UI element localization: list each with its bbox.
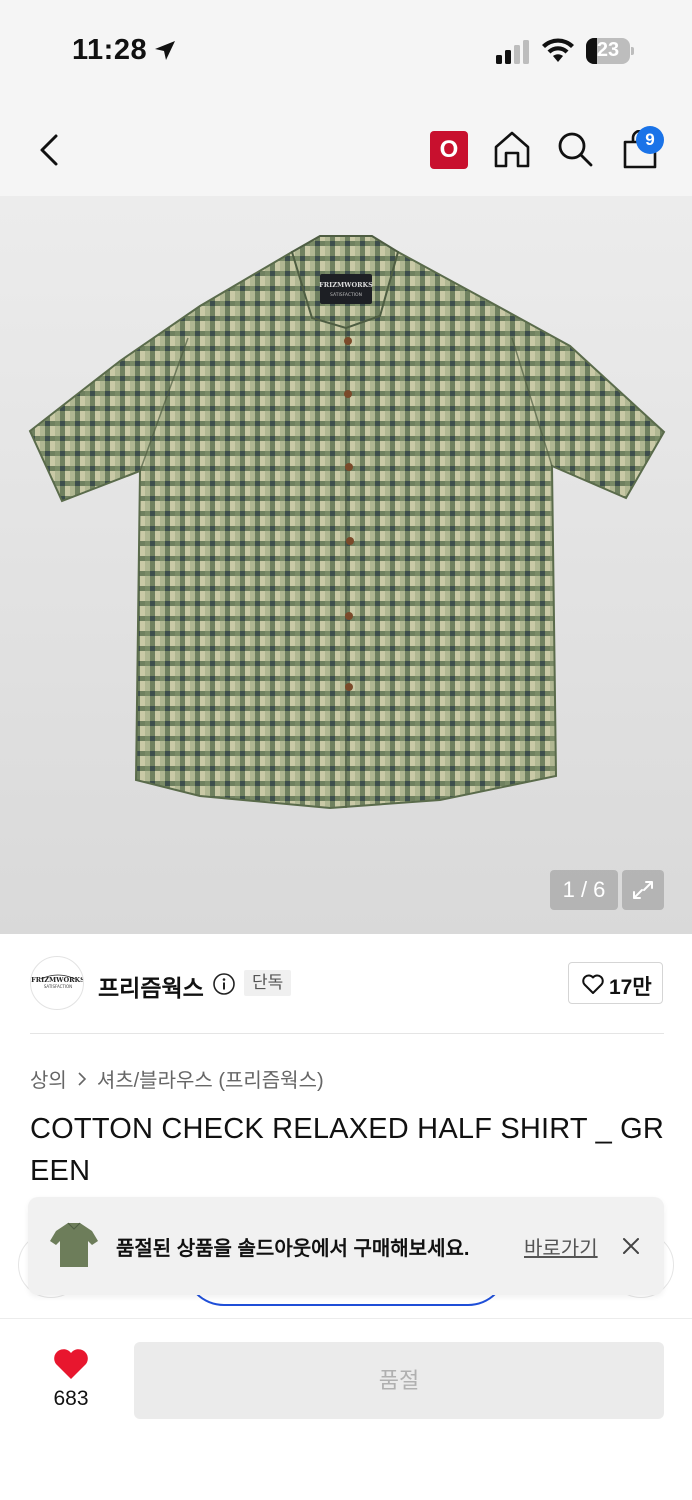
- exclusive-badge: 단독: [244, 970, 292, 996]
- o-logo-button[interactable]: O: [430, 131, 468, 169]
- toast-go-link[interactable]: 바로가기: [524, 1232, 598, 1261]
- wishlist-count: 683: [53, 1387, 89, 1410]
- brand-name[interactable]: 프리즘웍스: [98, 969, 204, 1003]
- image-page-indicator: 1 / 6: [550, 870, 618, 910]
- product-title: COTTON CHECK RELAXED HALF SHIRT _ GREEN: [30, 1113, 665, 1187]
- cart-count-badge: 9: [636, 126, 664, 154]
- brand-logo-text: FRIZMWORKS: [31, 976, 84, 984]
- toast-message: 품절된 상품을 솔드아웃에서 구매해보세요.: [116, 1238, 470, 1260]
- close-icon[interactable]: [620, 1235, 642, 1257]
- soldout-button[interactable]: 품절: [134, 1342, 664, 1419]
- home-icon[interactable]: [492, 129, 532, 169]
- cellular-signal-icon: [496, 40, 529, 64]
- heart-filled-icon[interactable]: [52, 1347, 90, 1381]
- search-icon[interactable]: [556, 130, 594, 168]
- soldout-toast: 품절된 상품을 솔드아웃에서 구매해보세요. 바로가기: [28, 1197, 664, 1295]
- brand-like-count: 17만: [609, 976, 652, 999]
- product-image: FRIZMWORKS SATISFACTION: [28, 235, 666, 810]
- location-arrow-icon: [155, 41, 175, 60]
- chevron-right-icon: [78, 1071, 86, 1086]
- back-chevron-icon[interactable]: [30, 130, 70, 170]
- heart-outline-icon: [582, 974, 604, 994]
- svg-text:SATISFACTION: SATISFACTION: [330, 292, 362, 298]
- breadcrumb: 상의 셔츠/블라우스 (프리즘웍스): [30, 1064, 324, 1093]
- battery-level: 23: [596, 39, 620, 61]
- divider: [30, 1033, 664, 1034]
- svg-text:SATISFACTION: SATISFACTION: [44, 984, 72, 989]
- bottom-action-bar: 683 품절: [0, 1318, 692, 1500]
- brand-like-button[interactable]: 17만: [568, 962, 663, 1004]
- info-icon[interactable]: [212, 972, 236, 996]
- status-time: 11:28: [72, 34, 148, 66]
- brand-logo[interactable]: FRIZMWORKS SATISFACTION: [30, 956, 84, 1010]
- product-image-carousel[interactable]: FRIZMWORKS SATISFACTION 1 / 6: [0, 196, 692, 934]
- status-bar: 11:28 23: [0, 0, 692, 100]
- breadcrumb-category[interactable]: 상의: [30, 1064, 67, 1093]
- toast-product-thumbnail: [46, 1217, 102, 1273]
- battery-indicator: 23: [586, 38, 634, 64]
- breadcrumb-subcategory[interactable]: 셔츠/블라우스 (프리즘웍스): [97, 1064, 324, 1093]
- top-nav-bar: O: [0, 100, 692, 196]
- expand-icon[interactable]: [622, 870, 664, 910]
- brand-row: FRIZMWORKS SATISFACTION 프리즘웍스 단독 17만: [0, 934, 692, 1034]
- wifi-icon: [542, 38, 574, 62]
- svg-text:FRIZMWORKS: FRIZMWORKS: [319, 281, 373, 289]
